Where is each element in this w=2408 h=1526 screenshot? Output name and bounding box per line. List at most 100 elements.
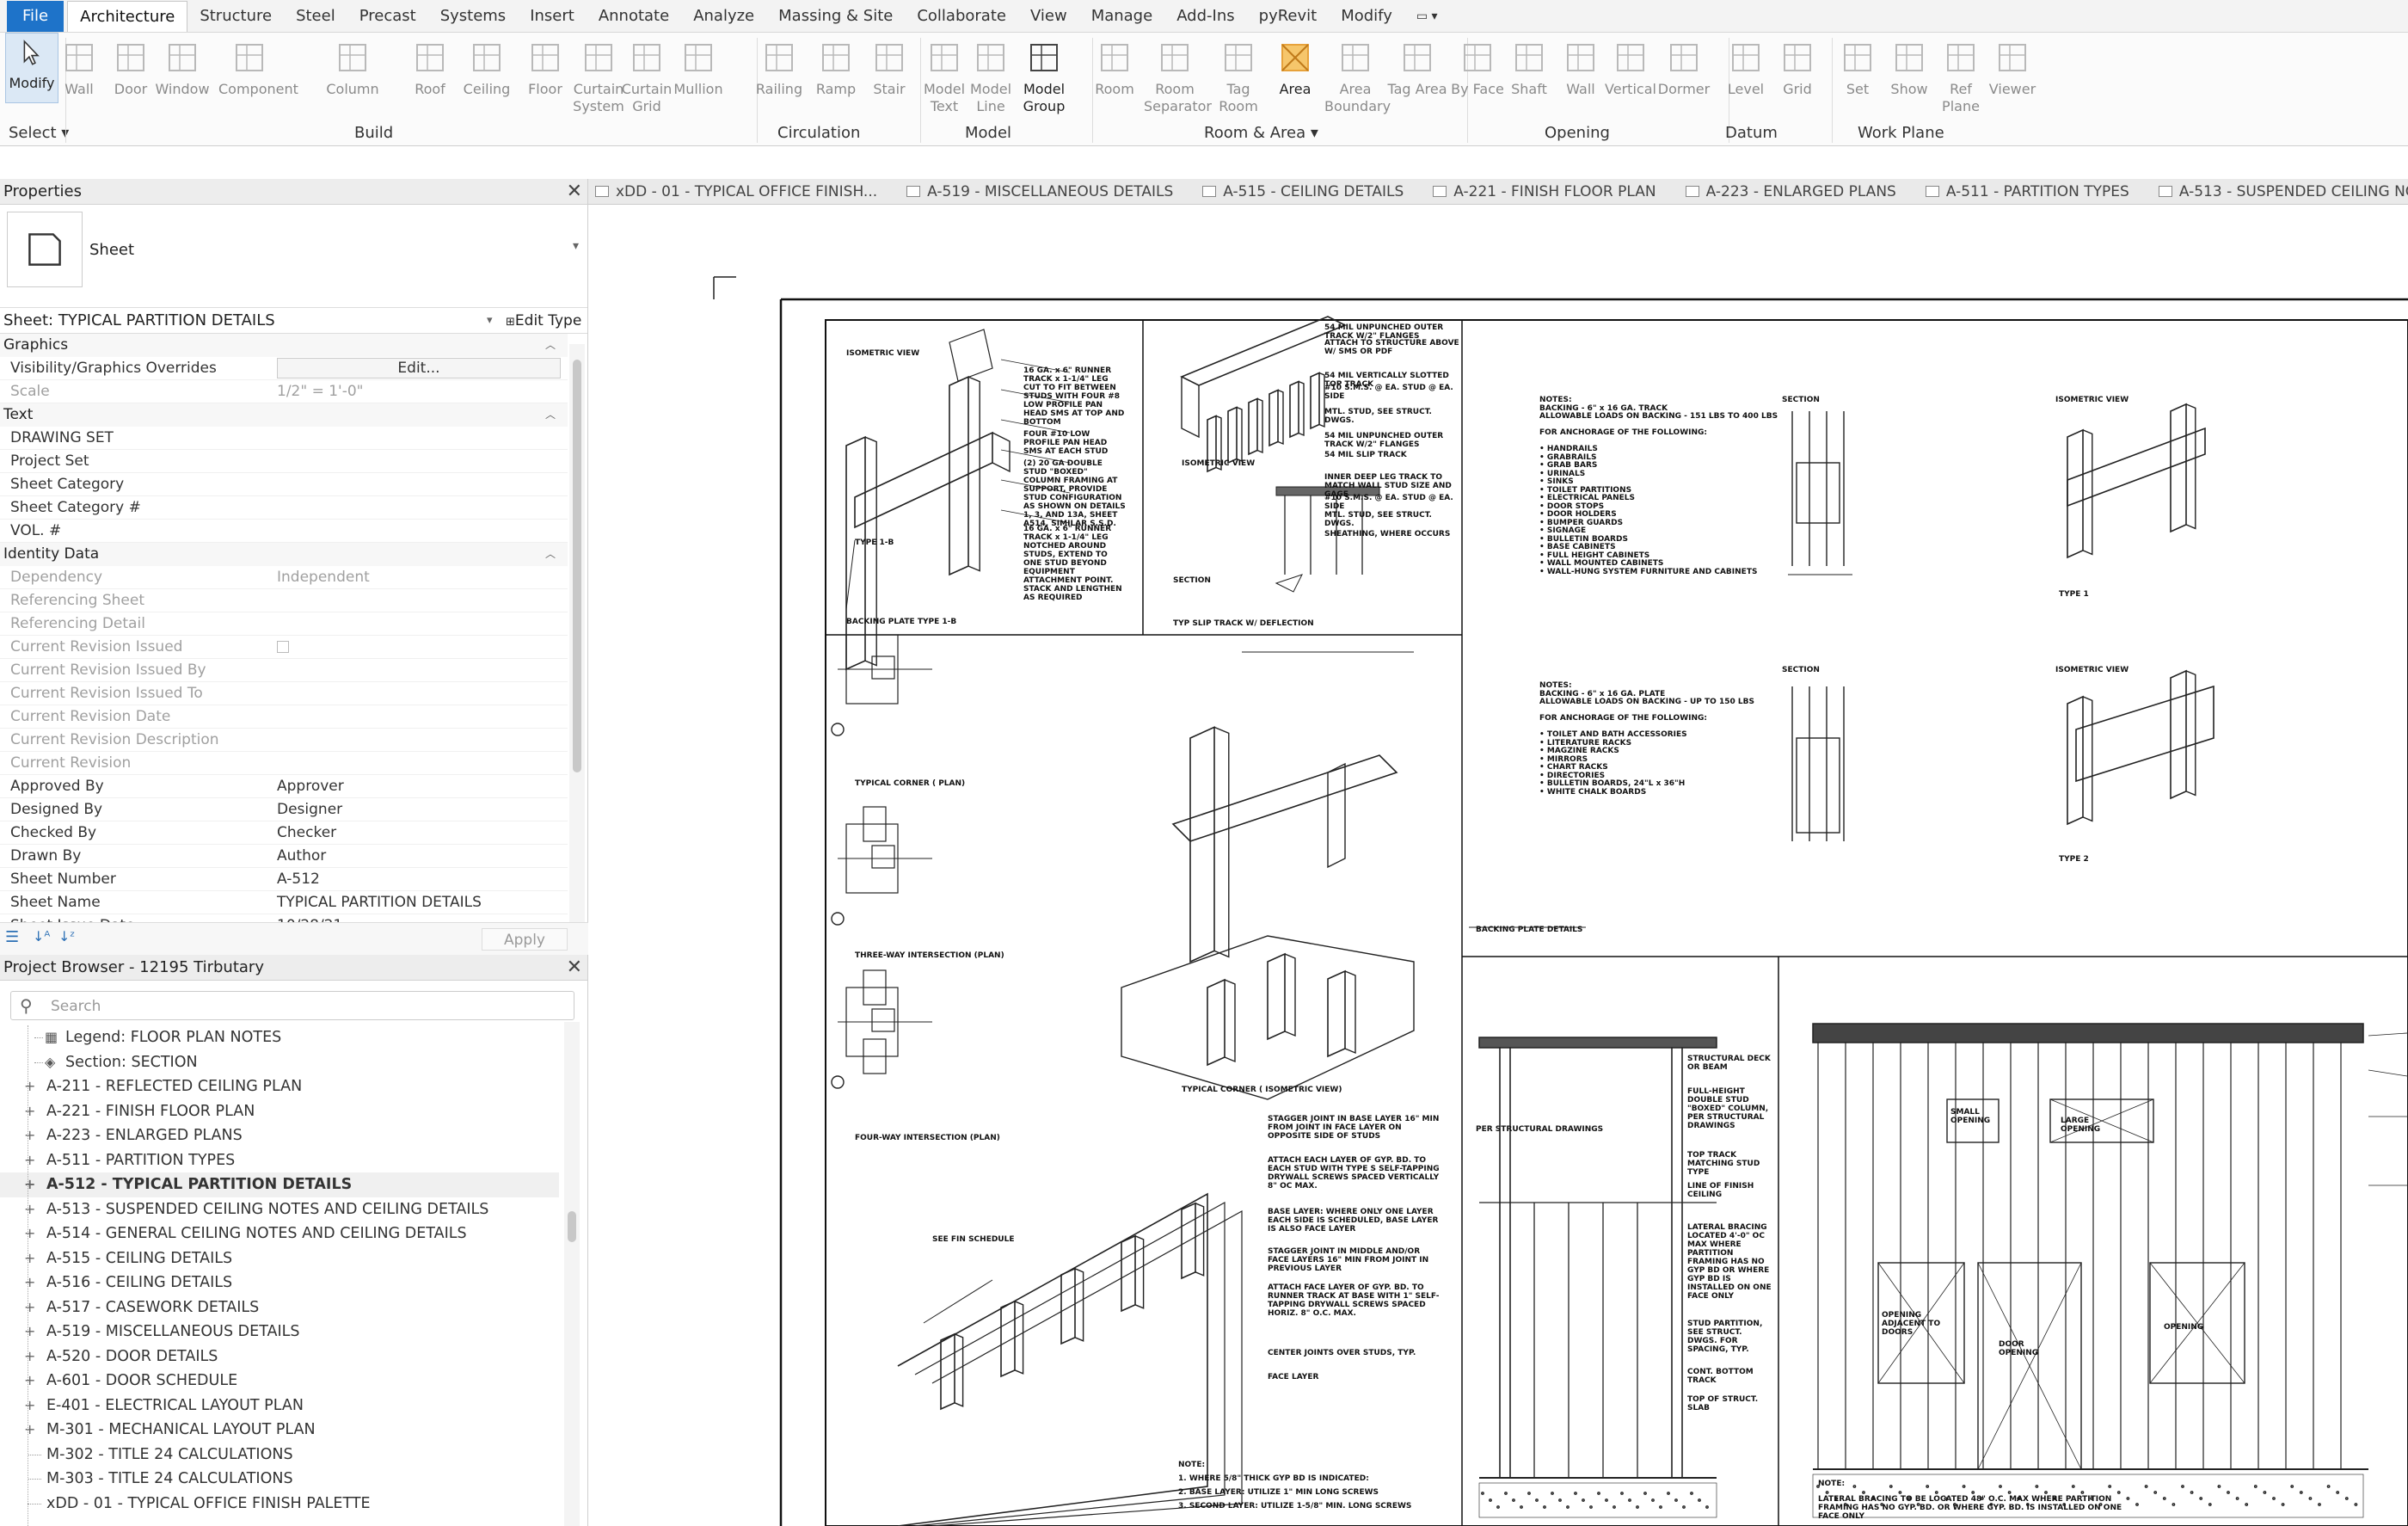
prop-vol[interactable]: VOL. # xyxy=(0,520,568,543)
stair-button[interactable]: Stair xyxy=(858,34,920,120)
dormer-button[interactable]: Dormer xyxy=(1653,34,1715,120)
browser-item-e-401-electrical-layout-plan[interactable]: + E-401 - ELECTRICAL LAYOUT PLAN xyxy=(0,1394,559,1418)
prop-current-revision-issued-to[interactable]: Current Revision Issued To xyxy=(0,682,568,705)
room-separator-button[interactable]: Room Separator xyxy=(1144,34,1212,120)
browser-item-a-516-ceiling-details[interactable]: + A-516 - CEILING DETAILS xyxy=(0,1271,559,1295)
view-tab-a-519-miscellaneous-details[interactable]: A-519 - MISCELLANEOUS DETAILS xyxy=(900,179,1195,204)
menu-tab-insert[interactable]: Insert xyxy=(518,1,587,32)
column-button[interactable]: Column xyxy=(322,34,384,120)
prop-value[interactable]: Checker xyxy=(273,821,568,844)
chevron-down-icon[interactable]: ▾ xyxy=(1305,124,1318,142)
view-tab-a-513-suspended-ceiling-not[interactable]: A-513 - SUSPENDED CEILING NOT... xyxy=(2152,179,2408,204)
expand-icon[interactable]: + xyxy=(24,1271,35,1295)
prop-project-set[interactable]: Project Set xyxy=(0,450,568,473)
expand-icon[interactable]: + xyxy=(24,1074,35,1099)
menu-tab-modify[interactable]: Modify xyxy=(1329,1,1404,32)
menu-tab-annotate[interactable]: Annotate xyxy=(587,1,681,32)
browser-item-m-302-title-24-calculations[interactable]: M-302 - TITLE 24 CALCULATIONS xyxy=(0,1443,559,1468)
browser-item-a-223-enlarged-plans[interactable]: + A-223 - ENLARGED PLANS xyxy=(0,1123,559,1148)
browser-item-a-512-typical-partition-details[interactable]: + A-512 - TYPICAL PARTITION DETAILS xyxy=(0,1172,559,1197)
prop-value[interactable]: Author xyxy=(273,845,568,867)
browser-item-a-513-suspended-ceiling-notes-and-ceiling-details[interactable]: + A-513 - SUSPENDED CEILING NOTES AND CEI… xyxy=(0,1197,559,1222)
expand-icon[interactable]: + xyxy=(24,1344,35,1369)
prop-sheet-name[interactable]: Sheet Name TYPICAL PARTITION DETAILS xyxy=(0,891,568,914)
chevron-up-icon[interactable]: ︿ xyxy=(545,334,556,357)
expand-icon[interactable]: + xyxy=(24,1320,35,1344)
browser-item-a-601-door-schedule[interactable]: + A-601 - DOOR SCHEDULE xyxy=(0,1369,559,1394)
mullion-button[interactable]: Mullion xyxy=(667,34,729,120)
prop-value[interactable]: Edit... xyxy=(273,357,568,379)
expand-icon[interactable]: + xyxy=(24,1295,35,1320)
group-identity-data[interactable]: Identity Data ︿ xyxy=(0,543,568,566)
browser-item-m-303-title-24-calculations[interactable]: M-303 - TITLE 24 CALCULATIONS xyxy=(0,1467,559,1492)
browser-item-section-section[interactable]: ◈ Section: SECTION xyxy=(0,1050,559,1075)
menu-tab-precast[interactable]: Precast xyxy=(347,1,428,32)
chevron-up-icon[interactable]: ︿ xyxy=(545,543,556,566)
prop-sheet-category[interactable]: Sheet Category # xyxy=(0,496,568,520)
menu-tab-view[interactable]: View xyxy=(1018,1,1079,32)
prop-value[interactable] xyxy=(273,496,568,519)
browser-item-a-517-casework-details[interactable]: + A-517 - CASEWORK DETAILS xyxy=(0,1295,559,1320)
prop-designed-by[interactable]: Designed By Designer xyxy=(0,798,568,821)
prop-dependency[interactable]: Dependency Independent xyxy=(0,566,568,589)
prop-current-revision[interactable]: Current Revision xyxy=(0,752,568,775)
viewer-button[interactable]: Viewer xyxy=(1981,34,2043,120)
prop-checked-by[interactable]: Checked By Checker xyxy=(0,821,568,845)
browser-item-legend-floor-plan-notes[interactable]: ▦ Legend: FLOOR PLAN NOTES xyxy=(0,1025,559,1050)
prop-value[interactable]: Designer xyxy=(273,798,568,821)
expand-icon[interactable]: + xyxy=(24,1123,35,1148)
prop-current-revision-date[interactable]: Current Revision Date xyxy=(0,705,568,729)
chevron-down-icon[interactable]: ▾ xyxy=(487,308,493,334)
instance-selector[interactable]: Sheet: TYPICAL PARTITION DETAILS xyxy=(3,311,275,329)
sort-za-icon[interactable]: ↓ᶻ xyxy=(58,928,75,945)
menu-tab-file[interactable]: File xyxy=(7,1,64,32)
view-tab-a-223-enlarged-plans[interactable]: A-223 - ENLARGED PLANS xyxy=(1679,179,1919,204)
prop-value[interactable]: TYPICAL PARTITION DETAILS xyxy=(273,891,568,914)
prop-referencing-sheet[interactable]: Referencing Sheet xyxy=(0,589,568,612)
menu-tab-massing-site[interactable]: Massing & Site xyxy=(766,1,905,32)
menu-tab-architecture[interactable]: Architecture xyxy=(67,1,188,32)
prop-value[interactable]: Approver xyxy=(273,775,568,797)
prop-current-revision-description[interactable]: Current Revision Description xyxy=(0,729,568,752)
close-icon[interactable]: ✕ xyxy=(567,955,582,981)
prop-referencing-detail[interactable]: Referencing Detail xyxy=(0,612,568,636)
drawing-canvas[interactable]: ISOMETRIC VIEW 16 GA. x 6" RUNNER TRACK x… xyxy=(588,205,2408,1526)
prop-current-revision-issued-by[interactable]: Current Revision Issued By xyxy=(0,659,568,682)
room-button[interactable]: Room xyxy=(1084,34,1146,120)
chevron-up-icon[interactable]: ︿ xyxy=(545,403,556,427)
browser-item-xdd-01-typical-office-finish-palette[interactable]: xDD - 01 - TYPICAL OFFICE FINISH PALETTE xyxy=(0,1492,559,1517)
expand-icon[interactable]: + xyxy=(24,1148,35,1173)
menu-tab-pyrevit[interactable]: pyRevit xyxy=(1247,1,1330,32)
ribbon-toggle-icon[interactable]: ▭ ▾ xyxy=(1404,1,1450,32)
model-group-button[interactable]: Model Group xyxy=(1013,34,1075,120)
ceiling-button[interactable]: Ceiling xyxy=(456,34,518,120)
expand-icon[interactable]: + xyxy=(24,1418,35,1443)
group-text[interactable]: Text ︿ xyxy=(0,403,568,427)
prop-value[interactable]: A-512 xyxy=(273,868,568,890)
browser-item-a-221-finish-floor-plan[interactable]: + A-221 - FINISH FLOOR PLAN xyxy=(0,1099,559,1124)
view-tab-a-511-partition-types[interactable]: A-511 - PARTITION TYPES xyxy=(1919,179,2152,204)
expand-icon[interactable]: + xyxy=(24,1394,35,1418)
browser-item-m-301-mechanical-layout-plan[interactable]: + M-301 - MECHANICAL LAYOUT PLAN xyxy=(0,1418,559,1443)
browser-item-a-519-miscellaneous-details[interactable]: + A-519 - MISCELLANEOUS DETAILS xyxy=(0,1320,559,1344)
browser-item-a-515-ceiling-details[interactable]: + A-515 - CEILING DETAILS xyxy=(0,1246,559,1271)
browser-search-input[interactable]: ⚲ Search xyxy=(10,991,574,1020)
window-button[interactable]: Window xyxy=(151,34,213,120)
apply-button[interactable]: Apply xyxy=(482,928,568,951)
edit-type-button[interactable]: ⊞Edit Type xyxy=(506,308,581,335)
type-selector[interactable]: Sheet ▾ xyxy=(0,205,587,308)
browser-item-a-514-general-ceiling-notes-and-ceiling-details[interactable]: + A-514 - GENERAL CEILING NOTES AND CEILI… xyxy=(0,1221,559,1246)
grid-button[interactable]: Grid xyxy=(1766,34,1828,120)
select-panel-label[interactable]: Select ▾ xyxy=(9,124,69,142)
menu-tab-steel[interactable]: Steel xyxy=(284,1,347,32)
sort-az-icon[interactable]: ↓ᴬ xyxy=(33,928,50,945)
menu-tab-analyze[interactable]: Analyze xyxy=(681,1,766,32)
view-tab-xdd-01-typical-office-finish[interactable]: xDD - 01 - TYPICAL OFFICE FINISH... xyxy=(588,179,900,204)
prop-sheet-number[interactable]: Sheet Number A-512 xyxy=(0,868,568,891)
group-graphics[interactable]: Graphics ︿ xyxy=(0,334,568,357)
prop-value[interactable] xyxy=(273,450,568,472)
browser-item-a-520-door-details[interactable]: + A-520 - DOOR DETAILS xyxy=(0,1344,559,1369)
area-boundary-button[interactable]: Area Boundary xyxy=(1324,34,1391,120)
view-tab-a-515-ceiling-details[interactable]: A-515 - CEILING DETAILS xyxy=(1195,179,1426,204)
expand-icon[interactable]: + xyxy=(24,1197,35,1222)
